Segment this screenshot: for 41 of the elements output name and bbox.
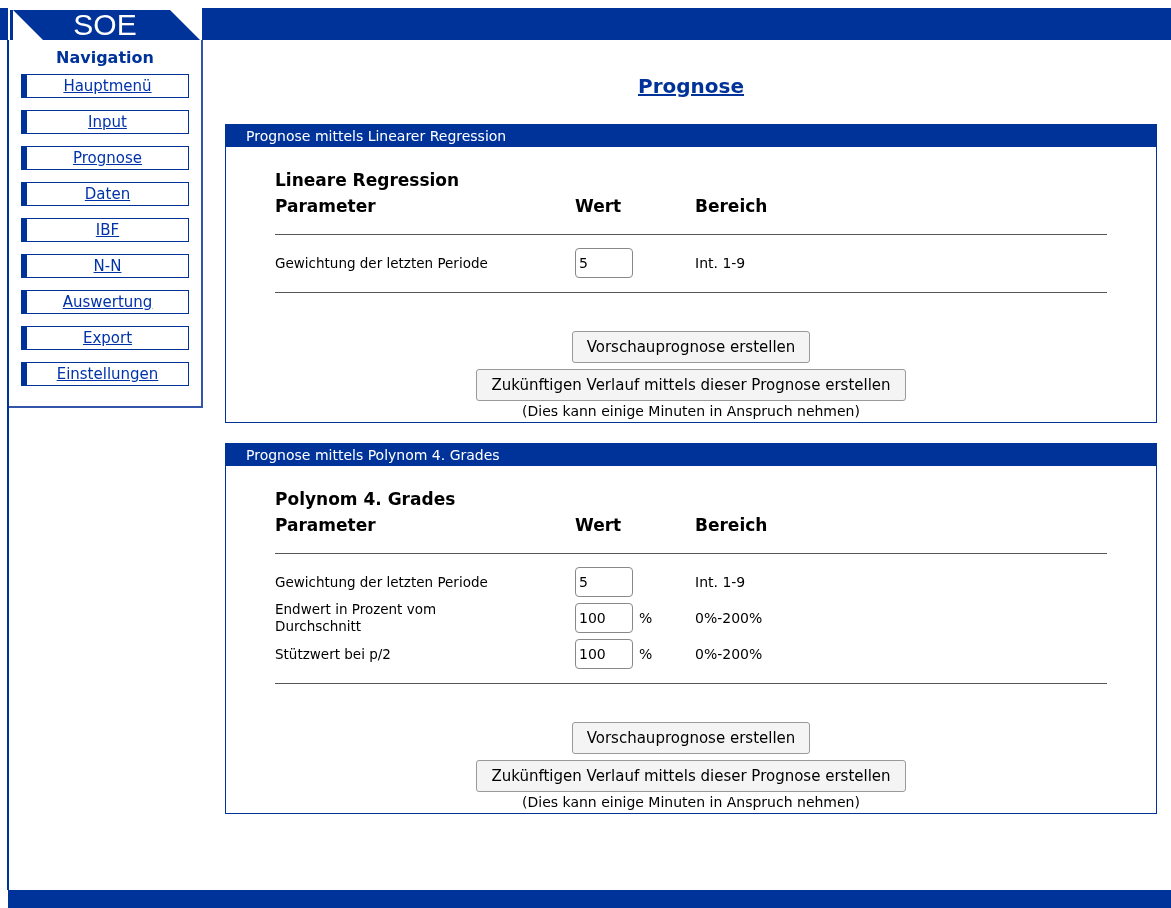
input-field[interactable]: 100 xyxy=(575,603,633,633)
parameter-label: Gewichtung der letzten Periode xyxy=(275,573,488,591)
column-header: Parameter xyxy=(275,196,377,216)
panel-header: Prognose mittels Polynom 4. Grades xyxy=(226,444,1156,466)
range-label: Int. 1-9 xyxy=(695,574,746,590)
nav-item[interactable]: Input xyxy=(21,110,189,134)
note-text: (Dies kann einige Minuten in Anspruch nehmen) xyxy=(522,403,860,419)
nav-item[interactable]: IBF xyxy=(21,218,189,242)
input-field[interactable]: 5 xyxy=(575,567,633,597)
section-title: Lineare Regression xyxy=(275,170,461,190)
action-button[interactable]: Zukünftigen Verlauf mittels dieser Prognose erstellen xyxy=(476,369,906,401)
nav-item[interactable]: Auswertung xyxy=(21,290,189,314)
unit-label: % xyxy=(639,610,653,626)
range-label: 0%-200% xyxy=(695,646,763,662)
nav-title: Navigation xyxy=(56,48,154,67)
unit-label: % xyxy=(639,646,653,662)
input-field[interactable]: 5 xyxy=(575,248,633,278)
nav-item[interactable]: Export xyxy=(21,326,189,350)
nav-item[interactable]: Einstellungen xyxy=(21,362,189,386)
note-text: (Dies kann einige Minuten in Anspruch nehmen) xyxy=(522,794,860,810)
nav-item[interactable]: Daten xyxy=(21,182,189,206)
parameter-label: Endwert in Prozent vom Durchschnitt xyxy=(275,601,438,635)
column-header: Bereich xyxy=(695,515,768,535)
range-label: Int. 1-9 xyxy=(695,255,746,271)
nav-item[interactable]: Prognose xyxy=(21,146,189,170)
nav-item[interactable]: Hauptmenü xyxy=(21,74,189,98)
column-header: Wert xyxy=(575,196,623,216)
column-header: Bereich xyxy=(695,196,768,216)
column-header: Wert xyxy=(575,515,623,535)
range-label: 0%-200% xyxy=(695,610,763,626)
page-title[interactable]: Prognose xyxy=(638,74,744,98)
action-button[interactable]: Vorschauprognose erstellen xyxy=(571,331,811,363)
column-header: Parameter xyxy=(275,515,377,535)
section-title: Polynom 4. Grades xyxy=(275,489,457,509)
nav-item[interactable]: N-N xyxy=(21,254,189,278)
parameter-label: Stützwert bei p/2 xyxy=(275,645,391,663)
panel-header: Prognose mittels Linearer Regression xyxy=(226,125,1156,147)
parameter-label: Gewichtung der letzten Periode xyxy=(275,254,488,272)
action-button[interactable]: Vorschauprognose erstellen xyxy=(571,722,811,754)
input-field[interactable]: 100 xyxy=(575,639,633,669)
action-button[interactable]: Zukünftigen Verlauf mittels dieser Prognose erstellen xyxy=(476,760,906,792)
